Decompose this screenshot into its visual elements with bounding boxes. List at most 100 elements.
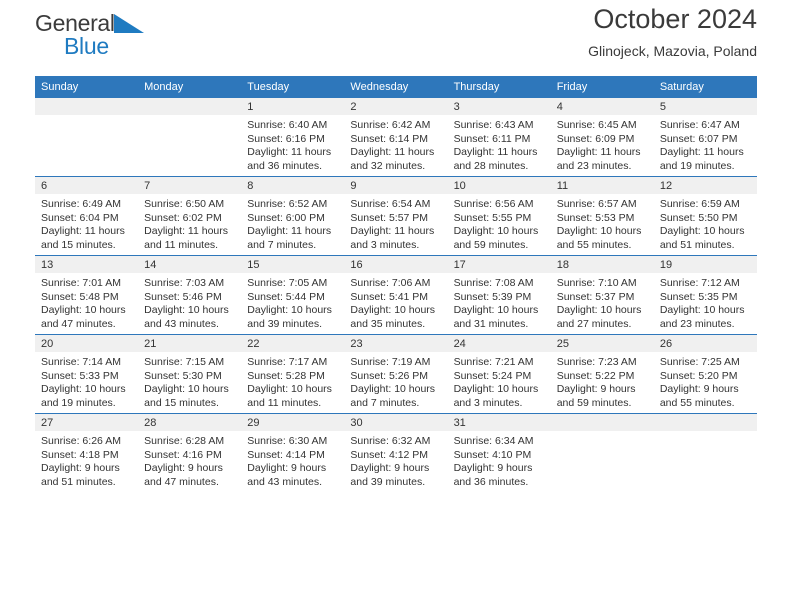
sunset-text: Sunset: 5:26 PM [350,369,429,382]
calendar-day-cell[interactable]: 22 Sunrise: 7:17 AM Sunset: 5:28 PM Dayligh… [241,334,345,414]
day-number: 5 [653,98,757,115]
calendar-day-cell[interactable]: 9 Sunrise: 6:54 AM Sunset: 5:57 PM Daylight… [344,176,448,256]
weekday-header-saturday: Saturday [653,76,757,98]
sunrise-text: Sunrise: 7:23 AM [556,356,637,368]
sunrise-text: Sunrise: 6:49 AM [41,198,121,210]
daylight-text: Daylight: 10 hours and 43 minutes. [144,304,229,330]
calendar-day-cell[interactable]: 5 Sunrise: 6:47 AM Sunset: 6:07 PM Daylight… [653,98,757,177]
calendar-day-cell[interactable]: 25 Sunrise: 7:23 AM Sunset: 5:22 PM Dayligh… [550,334,654,414]
daylight-text: Daylight: 10 hours and 39 minutes. [247,304,332,330]
sunset-text: Sunset: 6:04 PM [41,211,119,224]
day-details: Sunrise: 7:14 AM Sunset: 5:33 PM Daylight:… [35,352,138,410]
calendar-day-cell[interactable]: 17 Sunrise: 7:08 AM Sunset: 5:39 PM Dayligh… [447,255,551,335]
daylight-text: Daylight: 10 hours and 51 minutes. [659,225,745,251]
day-number: 11 [550,177,654,194]
calendar-day-cell[interactable]: 12 Sunrise: 6:59 AM Sunset: 5:50 PM Dayligh… [653,176,757,256]
calendar-grid: Sunday Monday Tuesday Wednesday Thursday… [35,76,757,492]
calendar-day-cell[interactable]: 18 Sunrise: 7:10 AM Sunset: 5:37 PM Dayligh… [550,255,654,335]
daylight-text: Daylight: 10 hours and 19 minutes. [41,383,126,409]
daylight-text: Daylight: 10 hours and 27 minutes. [556,304,642,330]
calendar-day-cell[interactable]: 15 Sunrise: 7:05 AM Sunset: 5:44 PM Dayligh… [241,255,345,335]
day-number: 4 [550,98,654,115]
calendar-day-cell[interactable]: 8 Sunrise: 6:52 AM Sunset: 6:00 PM Daylight… [241,176,345,256]
weekday-header-thursday: Thursday [447,76,551,98]
sunset-text: Sunset: 6:07 PM [659,132,738,145]
sunrise-text: Sunrise: 6:57 AM [556,198,637,210]
daylight-text: Daylight: 9 hours and 47 minutes. [144,462,223,488]
calendar-day-cell[interactable]: 28 Sunrise: 6:28 AM Sunset: 4:16 PM Dayligh… [138,413,242,492]
sunset-text: Sunset: 6:11 PM [453,132,531,145]
day-number: 14 [138,256,242,273]
day-number: 8 [241,177,345,194]
page-header: General Blue October 2024 Glinojeck, Maz… [35,0,757,76]
day-number [653,414,757,431]
calendar-day-cell[interactable]: 3 Sunrise: 6:43 AM Sunset: 6:11 PM Daylight… [447,98,551,177]
sunset-text: Sunset: 5:50 PM [659,211,738,224]
day-number: 23 [344,335,448,352]
calendar-day-cell[interactable]: 13 Sunrise: 7:01 AM Sunset: 5:48 PM Dayligh… [35,255,139,335]
sunrise-text: Sunrise: 6:34 AM [453,435,534,447]
day-details: Sunrise: 6:45 AM Sunset: 6:09 PM Daylight:… [551,115,654,173]
sunset-text: Sunset: 5:37 PM [556,290,635,303]
day-details: Sunrise: 6:43 AM Sunset: 6:11 PM Daylight:… [448,115,551,173]
sunrise-text: Sunrise: 7:21 AM [453,356,534,368]
day-details: Sunrise: 6:30 AM Sunset: 4:14 PM Daylight:… [241,431,344,489]
daylight-text: Daylight: 11 hours and 32 minutes. [350,146,435,172]
daylight-text: Daylight: 11 hours and 7 minutes. [247,225,332,251]
calendar-day-cell[interactable]: 31 Sunrise: 6:34 AM Sunset: 4:10 PM Dayligh… [447,413,551,492]
daylight-text: Daylight: 10 hours and 59 minutes. [453,225,539,251]
sunset-text: Sunset: 5:46 PM [144,290,222,303]
sunset-text: Sunset: 5:41 PM [350,290,429,303]
calendar-day-cell[interactable]: 14 Sunrise: 7:03 AM Sunset: 5:46 PM Dayligh… [138,255,242,335]
day-details: Sunrise: 7:05 AM Sunset: 5:44 PM Daylight:… [241,273,344,331]
calendar-day-cell[interactable]: 23 Sunrise: 7:19 AM Sunset: 5:26 PM Dayligh… [344,334,448,414]
calendar-day-cell[interactable]: 29 Sunrise: 6:30 AM Sunset: 4:14 PM Dayligh… [241,413,345,492]
sunrise-text: Sunrise: 6:47 AM [659,119,740,131]
sunset-text: Sunset: 5:57 PM [350,211,429,224]
day-details: Sunrise: 6:52 AM Sunset: 6:00 PM Daylight:… [241,194,344,252]
day-number: 30 [344,414,448,431]
calendar-day-cell[interactable]: 24 Sunrise: 7:21 AM Sunset: 5:24 PM Dayligh… [447,334,551,414]
calendar-day-cell[interactable]: 19 Sunrise: 7:12 AM Sunset: 5:35 PM Dayligh… [653,255,757,335]
generalblue-logo[interactable]: General Blue [35,12,144,58]
weekday-header-tuesday: Tuesday [241,76,345,98]
sunset-text: Sunset: 5:20 PM [659,369,738,382]
calendar-day-cell[interactable]: 20 Sunrise: 7:14 AM Sunset: 5:33 PM Dayligh… [35,334,139,414]
daylight-text: Daylight: 11 hours and 15 minutes. [41,225,125,251]
calendar-day-cell[interactable]: 16 Sunrise: 7:06 AM Sunset: 5:41 PM Dayligh… [344,255,448,335]
day-details: Sunrise: 6:28 AM Sunset: 4:16 PM Daylight:… [138,431,241,489]
day-number: 20 [35,335,139,352]
calendar-page: General Blue October 2024 Glinojeck, Maz… [0,0,792,612]
sunset-text: Sunset: 6:02 PM [144,211,222,224]
sunset-text: Sunset: 4:14 PM [247,448,325,461]
calendar-day-cell[interactable]: 26 Sunrise: 7:25 AM Sunset: 5:20 PM Dayligh… [653,334,757,414]
calendar-day-cell[interactable]: 11 Sunrise: 6:57 AM Sunset: 5:53 PM Dayligh… [550,176,654,256]
sunset-text: Sunset: 5:30 PM [144,369,222,382]
calendar-day-cell[interactable]: 27 Sunrise: 6:26 AM Sunset: 4:18 PM Dayligh… [35,413,139,492]
day-number: 16 [344,256,448,273]
daylight-text: Daylight: 10 hours and 23 minutes. [659,304,745,330]
day-details: Sunrise: 7:12 AM Sunset: 5:35 PM Daylight:… [654,273,757,331]
day-number: 25 [550,335,654,352]
calendar-day-cell[interactable]: 4 Sunrise: 6:45 AM Sunset: 6:09 PM Daylight… [550,98,654,177]
calendar-day-cell[interactable]: 6 Sunrise: 6:49 AM Sunset: 6:04 PM Daylight… [35,176,139,256]
daylight-text: Daylight: 11 hours and 3 minutes. [350,225,435,251]
day-details: Sunrise: 6:59 AM Sunset: 5:50 PM Daylight:… [654,194,757,252]
calendar-day-cell[interactable]: 21 Sunrise: 7:15 AM Sunset: 5:30 PM Dayligh… [138,334,242,414]
sunrise-text: Sunrise: 6:52 AM [247,198,328,210]
sunrise-text: Sunrise: 6:43 AM [453,119,534,131]
sunset-text: Sunset: 5:33 PM [41,369,119,382]
calendar-day-cell-empty [35,98,139,177]
sunset-text: Sunset: 5:44 PM [247,290,325,303]
daylight-text: Daylight: 11 hours and 23 minutes. [556,146,641,172]
logo-text-general: General [35,10,115,36]
calendar-day-cell[interactable]: 10 Sunrise: 6:56 AM Sunset: 5:55 PM Dayligh… [447,176,551,256]
calendar-day-cell[interactable]: 2 Sunrise: 6:42 AM Sunset: 6:14 PM Daylight… [344,98,448,177]
calendar-day-cell[interactable]: 1 Sunrise: 6:40 AM Sunset: 6:16 PM Daylight… [241,98,345,177]
calendar-day-cell[interactable]: 7 Sunrise: 6:50 AM Sunset: 6:02 PM Daylight… [138,176,242,256]
day-details: Sunrise: 7:15 AM Sunset: 5:30 PM Daylight:… [138,352,241,410]
day-details: Sunrise: 7:03 AM Sunset: 5:46 PM Daylight:… [138,273,241,331]
sunrise-text: Sunrise: 7:08 AM [453,277,534,289]
calendar-day-cell[interactable]: 30 Sunrise: 6:32 AM Sunset: 4:12 PM Dayligh… [344,413,448,492]
sunset-text: Sunset: 4:10 PM [453,448,532,461]
